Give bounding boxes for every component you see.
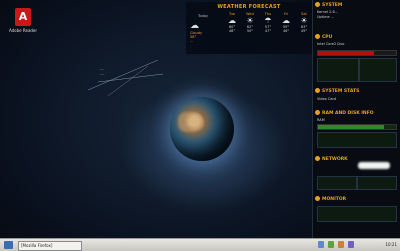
weather-icon: ☀: [246, 16, 254, 25]
system-monitor-panel: SYSTEM Kernel 2.6... Uptime ... CPU Inte…: [312, 0, 400, 238]
cpu-bar-fill: [318, 51, 375, 55]
section-system: SYSTEM: [315, 2, 342, 8]
forecast-day: Thu ☂ 57° 47°: [260, 12, 276, 33]
forecast-day: Tue ☁ 60° 48°: [224, 12, 240, 33]
weather-icon: ☁: [282, 16, 290, 25]
weather-icon: ☂: [264, 16, 272, 25]
section-monitor: MONITOR: [315, 196, 346, 202]
tray-network-icon[interactable]: [318, 241, 324, 248]
ram-icon: [315, 110, 320, 115]
tray-volume-icon[interactable]: [338, 241, 344, 248]
current-weather: ☁ Cloudy 58° ...: [190, 21, 222, 44]
cloud-icon: ☁: [190, 21, 199, 31]
forecast-day: Wed ☀ 62° 50°: [242, 12, 258, 33]
forecast-day: Fri ☁ 59° 46°: [278, 12, 294, 33]
cpu-graph: [317, 58, 359, 82]
weather-widget: WEATHER FORECAST Today ☁ Cloudy 58° ... …: [186, 2, 312, 54]
section-system-stats: SYSTEM STATS: [315, 88, 359, 94]
start-menu-icon[interactable]: [4, 241, 13, 249]
section-ram-disk: RAM AND DISK INFO: [315, 110, 374, 116]
ram-bar-fill: [318, 125, 385, 129]
forecast-day: Sat ☀ 63° 49°: [296, 12, 312, 33]
section-cpu: CPU: [315, 34, 332, 40]
net-graph-up: [357, 176, 397, 190]
cpu-bar: [317, 50, 397, 56]
weather-title: WEATHER FORECAST: [217, 4, 281, 10]
weather-sub: Today: [198, 14, 209, 18]
stats-icon: [315, 88, 320, 93]
ram-bar: [317, 124, 397, 130]
desktop-icon-adobe-reader[interactable]: A Adobe Reader: [6, 8, 40, 33]
space-note: ... ...: [100, 66, 104, 76]
system-icon: [315, 2, 320, 7]
monitor-graph: [317, 206, 397, 222]
network-icon: [315, 156, 320, 161]
cpu-icon: [315, 34, 320, 39]
monitor-icon: [315, 196, 320, 201]
net-graph-down: [317, 176, 357, 190]
disk-graph: [317, 132, 397, 148]
planet-land: [178, 112, 204, 132]
pdf-icon: A: [15, 8, 31, 26]
tray-app-icon[interactable]: [348, 241, 354, 248]
weather-icon: ☀: [300, 16, 308, 25]
blurred-overlay: [358, 162, 390, 169]
taskbar-clock[interactable]: 10:21: [385, 241, 397, 249]
weather-icon: ☁: [228, 16, 236, 25]
cpu-graph-2: [359, 58, 397, 82]
section-network: NETWORK: [315, 156, 348, 162]
desktop-icon-label: Adobe Reader: [8, 28, 38, 33]
taskbar: [Mozilla Firefox] 10:21: [0, 238, 400, 251]
tray-update-icon[interactable]: [328, 241, 334, 248]
